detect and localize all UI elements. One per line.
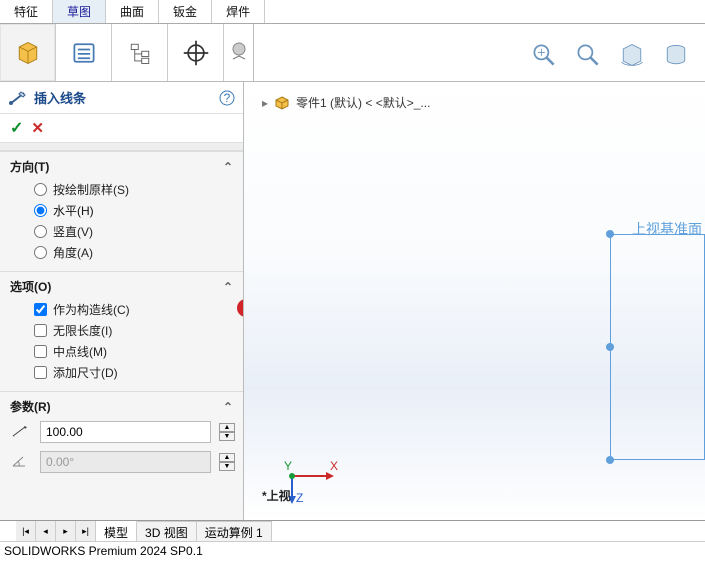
feature-tree-breadcrumb[interactable]: ▸ 零件1 (默认) < <默认>_... [262, 94, 430, 111]
tab-sheetmetal[interactable]: 钣金 [159, 0, 212, 23]
bottom-tab-model[interactable]: 模型 [96, 521, 137, 541]
plane-outline[interactable] [610, 234, 705, 460]
svg-text:Z: Z [296, 491, 303, 504]
panel-title: 插入线条 [34, 88, 86, 107]
command-manager-tabs: 特征 草图 曲面 钣金 焊件 [0, 0, 705, 24]
callout-badge: 1 [237, 299, 243, 317]
radio-vertical[interactable]: 竖直(V) [34, 221, 233, 242]
spin-down: ▼ [219, 462, 235, 471]
bottom-tabs: |◂ ◂ ▸ ▸| 模型 3D 视图 运动算例 1 [0, 520, 705, 541]
tab-sketch[interactable]: 草图 [53, 0, 106, 23]
chevron-up-icon: ⌃ [223, 160, 233, 174]
tree-icon [125, 39, 155, 67]
length-icon [8, 424, 32, 441]
side-panel-tabs [0, 24, 705, 82]
group-parameters: 参数(R)⌃ ▲▼ ▲▼ [0, 391, 243, 477]
tab-scroll-prev[interactable]: ◂ [36, 521, 56, 541]
group-options-header[interactable]: 选项(O)⌃ [0, 272, 243, 297]
property-manager: 插入线条 ? ✓ ✕ 方向(T)⌃ 按绘制原样(S) 水平(H) 竖直(V) 角… [0, 82, 244, 520]
bottom-tab-3dview[interactable]: 3D 视图 [137, 521, 197, 541]
rotate-view-icon[interactable] [617, 41, 647, 69]
svg-text:?: ? [224, 91, 231, 105]
radio-angle[interactable]: 角度(A) [34, 242, 233, 263]
chevron-up-icon: ⌃ [223, 400, 233, 414]
plane-handle[interactable] [606, 456, 614, 464]
tab-scroll-first[interactable]: |◂ [16, 521, 36, 541]
chevron-icon [229, 41, 249, 65]
tab-scroll-next[interactable]: ▸ [56, 521, 76, 541]
angle-input [40, 451, 211, 473]
tab-surfaces[interactable]: 曲面 [106, 0, 159, 23]
spin-up: ▲ [219, 453, 235, 462]
group-direction: 方向(T)⌃ 按绘制原样(S) 水平(H) 竖直(V) 角度(A) [0, 151, 243, 271]
plane-handle[interactable] [606, 343, 614, 351]
svg-text:X: X [330, 459, 338, 473]
expand-icon[interactable]: ▸ [262, 96, 268, 110]
zoom-area-icon[interactable] [573, 41, 603, 69]
bottom-tab-motion[interactable]: 运动算例 1 [197, 521, 272, 541]
list-icon [69, 39, 99, 67]
view-orientation-label: *上视 [262, 487, 291, 504]
group-parameters-header[interactable]: 参数(R)⌃ [0, 392, 243, 417]
cube-icon [13, 39, 43, 67]
check-midpoint-line[interactable]: 中点线(M) [34, 341, 233, 362]
status-bar: SOLIDWORKS Premium 2024 SP0.1 [0, 541, 705, 562]
tab-scroll-last[interactable]: ▸| [76, 521, 96, 541]
plane-handle[interactable] [606, 230, 614, 238]
group-direction-header[interactable]: 方向(T)⌃ [0, 152, 243, 177]
part-icon [274, 96, 290, 110]
tab-features[interactable]: 特征 [0, 0, 53, 23]
panel-tab-dimxpert[interactable] [168, 24, 224, 81]
cancel-button[interactable]: ✕ [31, 119, 44, 137]
radio-horizontal[interactable]: 水平(H) [34, 200, 233, 221]
svg-text:Y: Y [284, 459, 292, 473]
length-input[interactable] [40, 421, 211, 443]
check-infinite-length[interactable]: 无限长度(I) [34, 320, 233, 341]
check-add-dimension[interactable]: 添加尺寸(D) [34, 362, 233, 383]
tab-weldments[interactable]: 焊件 [212, 0, 265, 23]
check-construction-line[interactable]: 作为构造线(C) 1 [34, 299, 233, 320]
ok-button[interactable]: ✓ [10, 118, 23, 138]
panel-tab-configurations[interactable] [112, 24, 168, 81]
section-view-icon[interactable] [661, 41, 691, 69]
panel-tab-featuremanager[interactable] [0, 24, 56, 81]
radio-as-sketched[interactable]: 按绘制原样(S) [34, 179, 233, 200]
panel-tab-propertymanager[interactable] [56, 24, 112, 81]
spin-up[interactable]: ▲ [219, 423, 235, 432]
group-options: 选项(O)⌃ 作为构造线(C) 1 无限长度(I) 中点线(M) 添加尺寸(D) [0, 271, 243, 391]
angle-icon [8, 454, 32, 471]
help-icon[interactable]: ? [219, 90, 235, 106]
target-icon [181, 39, 211, 67]
line-tool-icon [8, 90, 26, 106]
spin-down[interactable]: ▼ [219, 432, 235, 441]
panel-tab-overflow[interactable] [224, 24, 254, 81]
chevron-up-icon: ⌃ [223, 280, 233, 294]
graphics-area[interactable]: ▸ 零件1 (默认) < <默认>_... 上视基准面 X Z Y *上视 [244, 82, 705, 520]
zoom-fit-icon[interactable] [529, 41, 559, 69]
view-toolbar [529, 24, 705, 81]
